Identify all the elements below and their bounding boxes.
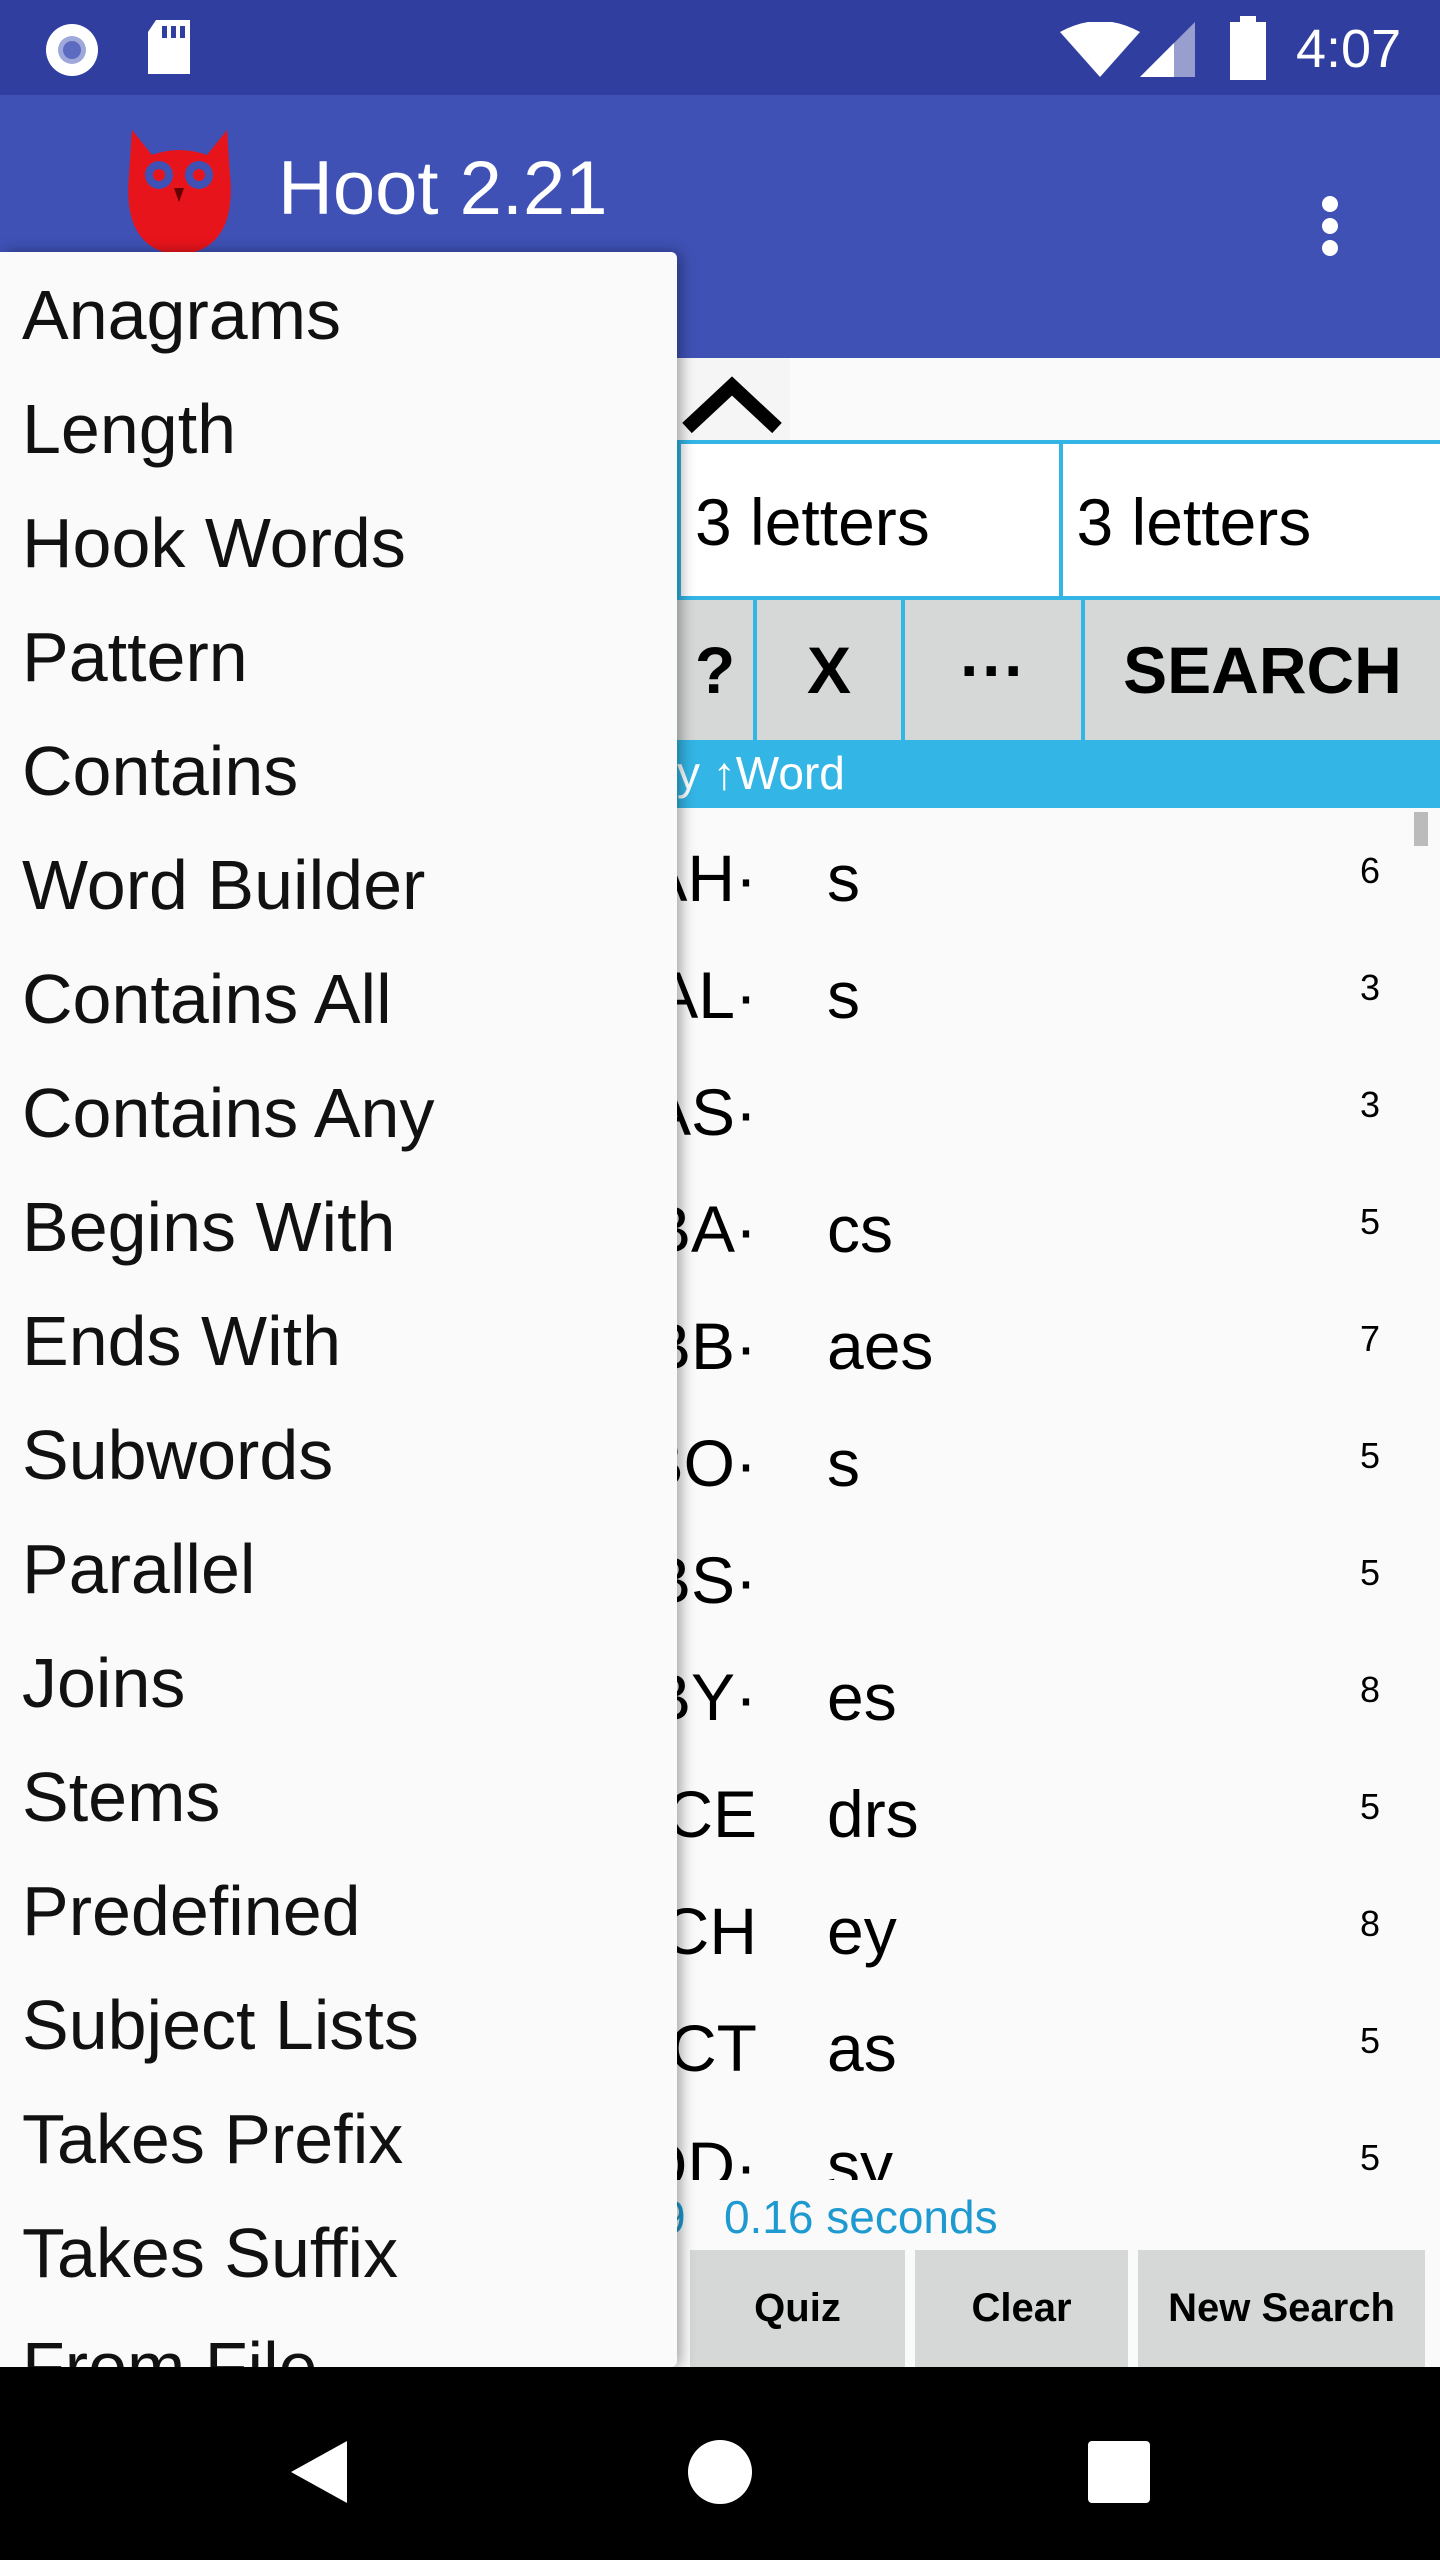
menu-item[interactable]: Hook Words [0,480,677,594]
menu-item[interactable]: Subject Lists [0,1962,677,2076]
search-time: 0.16 seconds [723,2191,998,2243]
count: 7 [1359,1318,1380,1359]
more-options-button[interactable]: ··· [905,600,1085,740]
hooks: aes [827,1309,934,1383]
overflow-menu-icon[interactable] [1310,190,1350,270]
hooks: s [827,958,860,1032]
status-bar: 4:07 [0,0,1440,95]
word: BS· [677,1543,757,1617]
menu-item[interactable]: Length [0,366,677,480]
navigation-bar [0,2367,1440,2560]
app-title: Hoot 2.21 [278,146,608,231]
hooks: es [827,1660,897,1734]
menu-item[interactable]: Pattern [0,594,677,708]
battery-icon [1230,16,1266,80]
menu-item[interactable]: Begins With [0,1164,677,1278]
menu-item[interactable]: Contains Any [0,1050,677,1164]
list-item[interactable]: BA· cs 5 [677,1171,1440,1288]
word: CH [677,1894,757,1968]
list-item[interactable]: BY· es 8 [677,1639,1440,1756]
word: BO· [677,1426,757,1500]
menu-item[interactable]: Ends With [0,1278,677,1392]
quiz-button[interactable]: Quiz [690,2250,905,2367]
word: BB· [677,1309,757,1383]
count: 8 [1359,1669,1380,1710]
count: 3 [1359,1084,1380,1125]
menu-item[interactable]: Anagrams [0,252,677,366]
back-icon[interactable] [285,2437,355,2507]
count: 5 [1359,1435,1380,1476]
count: 3 [1359,967,1380,1008]
word: BY· [677,1660,757,1734]
count: 6 [1359,850,1380,891]
clock: 4:07 [1296,19,1402,79]
menu-item[interactable]: Takes Prefix [0,2076,677,2190]
search-toolbar: ? X ··· SEARCH [677,600,1440,740]
word: AS· [677,1075,757,1149]
hooks: s [827,841,860,915]
count: 5 [1359,2020,1380,2061]
menu-item[interactable]: Parallel [0,1506,677,1620]
word: AL· [677,958,757,1032]
list-item[interactable]: CH ey 8 [677,1873,1440,1990]
menu-item[interactable]: From File [0,2304,677,2367]
list-item[interactable]: AL· s 3 [677,937,1440,1054]
recents-icon[interactable] [1088,2441,1150,2503]
word: CT [677,2011,757,2085]
hooks: sy [827,2128,893,2180]
collapse-button[interactable] [677,358,790,440]
clear-button[interactable]: Clear [915,2250,1128,2367]
count: 5 [1359,1552,1380,1593]
chevron-up-icon [682,376,782,434]
max-length-field[interactable]: 3 letters [1063,444,1440,596]
hooks: drs [827,1777,919,1851]
menu-item[interactable]: Predefined [0,1848,677,1962]
wifi-icon [1060,22,1140,77]
menu-item[interactable]: Joins [0,1620,677,1734]
list-item[interactable]: CT as 5 [677,1990,1440,2107]
count: 5 [1359,1201,1380,1242]
sort-header[interactable]: y ↑Word [677,740,1440,808]
clear-input-button[interactable]: X [757,600,905,740]
list-item[interactable]: BS· 5 [677,1522,1440,1639]
hooks: s [827,1426,860,1500]
list-item[interactable]: CE drs 5 [677,1756,1440,1873]
signal-icon [1140,22,1195,77]
home-icon[interactable] [685,2437,755,2507]
new-search-button[interactable]: New Search [1138,2250,1425,2367]
sd-card-icon [148,20,190,74]
count: 8 [1359,1903,1380,1944]
list-item[interactable]: AS· 3 [677,1054,1440,1171]
count: 5 [1359,1786,1380,1827]
count: 5 [1359,2137,1380,2178]
hooks: as [827,2011,897,2085]
list-item[interactable]: AH· s 6 [677,820,1440,937]
list-item[interactable]: BO· s 5 [677,1405,1440,1522]
length-inputs: 3 letters 3 letters [677,440,1440,600]
search-stats: 9 0.16 seconds [660,2190,998,2244]
menu-item[interactable]: Takes Suffix [0,2190,677,2304]
scrollbar[interactable] [1414,812,1428,846]
list-item[interactable]: OD· sy 5 [677,2107,1440,2180]
search-type-menu: Anagrams Length Hook Words Pattern Contains W… [0,252,677,2367]
word: AH· [677,841,757,915]
hooks: cs [827,1192,893,1266]
menu-item[interactable]: Word Builder [0,822,677,936]
menu-item[interactable]: Subwords [0,1392,677,1506]
menu-item[interactable]: Contains [0,708,677,822]
word: OD· [677,2128,757,2180]
word: CE [677,1777,757,1851]
search-button[interactable]: SEARCH [1085,600,1440,740]
wildcard-button[interactable]: ? [677,600,757,740]
min-length-field[interactable]: 3 letters [681,444,1063,596]
menu-item[interactable]: Contains All [0,936,677,1050]
notification-icon [46,24,98,76]
results-list[interactable]: AH· s 6 AL· s 3 AS· 3 BA· cs 5 BB· aes 7 BO· s 5 BS· 5 BY· e… [677,820,1440,2180]
owl-logo-icon [128,130,231,255]
list-item[interactable]: BB· aes 7 [677,1288,1440,1405]
word: BA· [677,1192,757,1266]
menu-item[interactable]: Stems [0,1734,677,1848]
hooks: ey [827,1894,897,1968]
